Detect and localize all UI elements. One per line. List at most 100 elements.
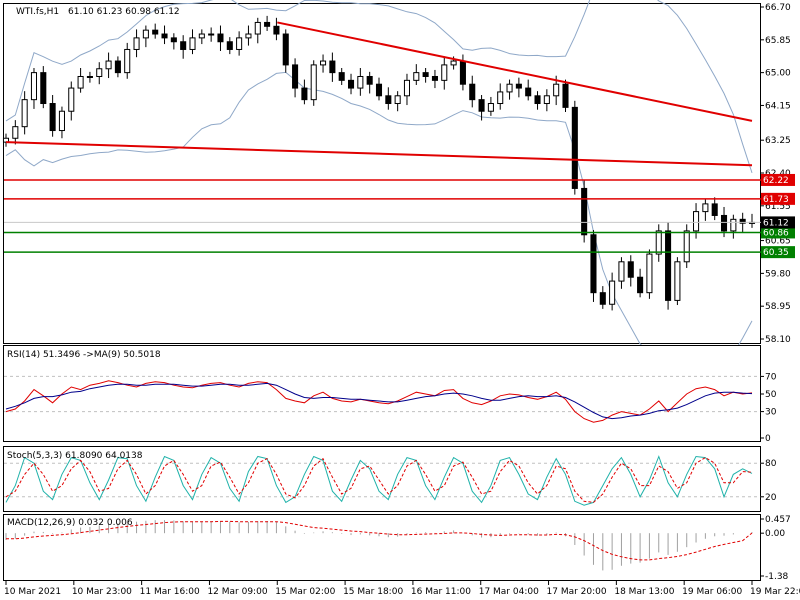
candle-body xyxy=(226,41,233,50)
candle-body xyxy=(720,214,728,232)
candle-body xyxy=(124,48,131,74)
candle-body xyxy=(599,292,606,305)
price-tick-label: 58.10 xyxy=(765,335,791,345)
candle-body xyxy=(320,60,327,66)
candle-body xyxy=(394,95,401,105)
candle-body xyxy=(581,187,588,236)
price-tick-label: 64.15 xyxy=(765,101,791,111)
macd-tick-label: 0.457 xyxy=(765,515,791,525)
candle-body xyxy=(385,95,392,105)
price-tick-label: 58.95 xyxy=(765,302,791,312)
time-tick-label: 12 Mar 09:00 xyxy=(207,587,267,597)
candle-body xyxy=(301,87,308,101)
candle-body xyxy=(487,103,494,112)
macd-tick-label: 0.00 xyxy=(765,529,785,539)
candle-body xyxy=(105,60,112,70)
candle-body xyxy=(86,75,93,78)
candle-body xyxy=(693,211,700,232)
price-tick-label: 66.70 xyxy=(765,3,791,13)
candle-body xyxy=(217,33,224,43)
rsi-tick-label: 30 xyxy=(765,408,777,418)
candle-body xyxy=(375,83,383,97)
candle-body xyxy=(236,37,243,50)
candle-body xyxy=(40,72,47,105)
time-tick-label: 17 Mar 20:00 xyxy=(547,587,607,597)
candle-body xyxy=(347,79,355,89)
candle-body xyxy=(553,83,560,97)
candle-body xyxy=(273,25,280,35)
candle-body xyxy=(142,29,149,39)
candle-body xyxy=(441,64,448,81)
candle-body xyxy=(590,234,597,294)
candle-body xyxy=(264,21,271,27)
price-panel: 66.7065.8565.0064.1563.2562.4061.5560.65… xyxy=(2,0,795,380)
candle-body xyxy=(114,60,121,74)
candle-body xyxy=(543,95,550,105)
time-tick-label: 19 Mar 22:00 xyxy=(750,587,800,597)
candle-body xyxy=(58,110,65,132)
candle-body xyxy=(665,230,672,301)
candle-body xyxy=(469,83,476,101)
candle-body xyxy=(30,72,38,101)
rsi-panel-title: RSI(14) 51.3496 ->MA(9) 50.5018 xyxy=(7,350,161,360)
candle-body xyxy=(422,72,429,77)
candle-body xyxy=(413,72,420,81)
candle-body xyxy=(189,37,196,50)
level-tag-label: 60.86 xyxy=(763,228,789,238)
candle-body xyxy=(459,60,466,85)
current-price-label: 61.12 xyxy=(763,218,789,228)
candle-body xyxy=(68,87,75,112)
candle-body xyxy=(646,253,653,294)
price-tick-label: 59.80 xyxy=(765,269,791,279)
candle-body xyxy=(637,276,644,294)
time-tick-label: 11 Mar 16:00 xyxy=(140,587,200,597)
candle-body xyxy=(515,83,522,89)
candle-body xyxy=(49,103,56,132)
candle-body xyxy=(431,75,438,81)
candle-body xyxy=(655,230,662,255)
price-tick-label: 65.00 xyxy=(765,69,791,79)
stoch-panel: 80 20 Stoch(5,3,3) 61.8090 64.0138 xyxy=(3,446,777,512)
candle-body xyxy=(366,75,373,85)
candle-body xyxy=(292,64,299,89)
candle-body xyxy=(152,29,159,35)
candle-body xyxy=(525,87,532,97)
candle-body xyxy=(403,79,411,97)
price-tick-label: 65.85 xyxy=(765,36,791,46)
candle-body xyxy=(711,203,718,216)
candle-body xyxy=(357,75,364,89)
candle-body xyxy=(77,75,84,89)
candle-body xyxy=(702,203,709,213)
time-tick-label: 19 Mar 06:00 xyxy=(682,587,742,597)
candle-body xyxy=(534,95,541,105)
candle-body xyxy=(180,41,187,50)
candle-body xyxy=(208,33,215,36)
candle-body xyxy=(21,99,28,128)
time-axis: 10 Mar 2021 10 Mar 23:00 11 Mar 16:00 12 Ma… xyxy=(4,580,800,597)
candle-body xyxy=(329,60,336,74)
candle-body xyxy=(245,33,252,39)
time-tick-label: 15 Mar 02:00 xyxy=(275,587,335,597)
candle-body xyxy=(198,33,205,39)
candle-body xyxy=(450,60,457,66)
candle-body xyxy=(478,99,485,112)
candle-body xyxy=(609,280,616,305)
stoch-panel-title: Stoch(5,3,3) 61.8090 64.0138 xyxy=(7,451,143,461)
candle-body xyxy=(170,37,177,43)
candle-body xyxy=(497,91,504,105)
candle-body xyxy=(282,33,289,66)
candle-body xyxy=(96,68,103,77)
candle-body xyxy=(571,106,578,189)
time-tick-label: 17 Mar 04:00 xyxy=(479,587,539,597)
candle-body xyxy=(618,261,625,282)
price-panel-ohlc: 61.10 61.23 60.98 61.12 xyxy=(68,7,180,17)
rsi-tick-label: 0 xyxy=(765,434,771,444)
rsi-axis-ticks: 70 50 30 0 xyxy=(760,372,777,444)
macd-panel-title: MACD(12,26,9) 0.032 0.006 xyxy=(7,518,133,528)
level-tag-label: 62.22 xyxy=(763,176,789,186)
level-tag-label: 60.35 xyxy=(763,248,789,258)
stoch-axis-ticks: 80 20 xyxy=(760,459,777,503)
candle-body xyxy=(674,261,681,301)
candle-body xyxy=(133,37,140,50)
time-tick-label: 18 Mar 13:00 xyxy=(614,587,674,597)
